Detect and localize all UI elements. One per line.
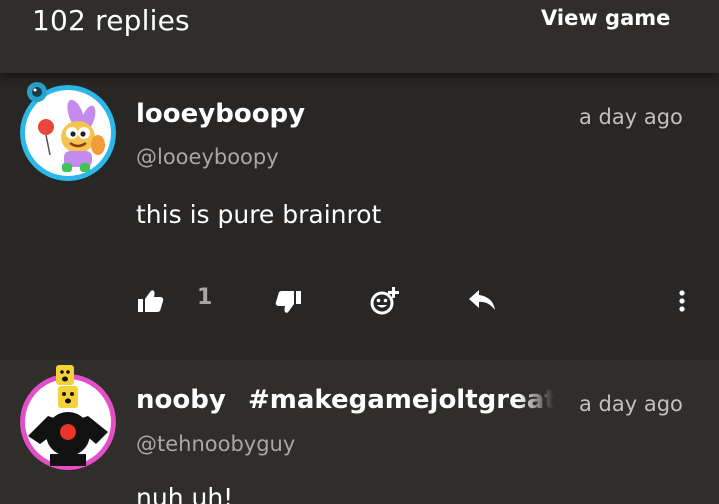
- timestamp[interactable]: a day ago: [579, 392, 683, 416]
- reply-icon[interactable]: [468, 289, 496, 311]
- replies-header: 102 replies View game: [0, 0, 719, 73]
- user-handle[interactable]: @looeyboopy: [136, 145, 279, 169]
- add-reaction-icon[interactable]: [369, 285, 401, 317]
- more-vertical-icon[interactable]: [677, 290, 687, 312]
- comment-text: this is pure brainrot: [136, 200, 382, 229]
- comment-item: looeyboopy @looeyboopy a day ago this is…: [0, 73, 719, 360]
- badge-icon: [27, 82, 47, 102]
- thumbs-up-icon[interactable]: [138, 289, 164, 313]
- comment-text: nuh uh!: [136, 483, 234, 504]
- badge-icon: [56, 365, 74, 385]
- avatar[interactable]: [20, 374, 116, 470]
- user-handle[interactable]: @tehnoobyguy: [136, 432, 295, 456]
- username[interactable]: nooby: [136, 385, 226, 415]
- username-hashtag[interactable]: #makegamejoltgreat: [248, 385, 554, 421]
- view-game-button[interactable]: View game: [541, 6, 670, 30]
- thumbs-down-icon[interactable]: [275, 290, 301, 314]
- timestamp[interactable]: a day ago: [579, 105, 683, 129]
- like-count: 1: [197, 285, 213, 310]
- reply-count: 102 replies: [32, 4, 190, 37]
- comment-item: nooby #makegamejoltgreat a day ago @tehn…: [0, 360, 719, 504]
- username[interactable]: looeyboopy: [136, 99, 305, 129]
